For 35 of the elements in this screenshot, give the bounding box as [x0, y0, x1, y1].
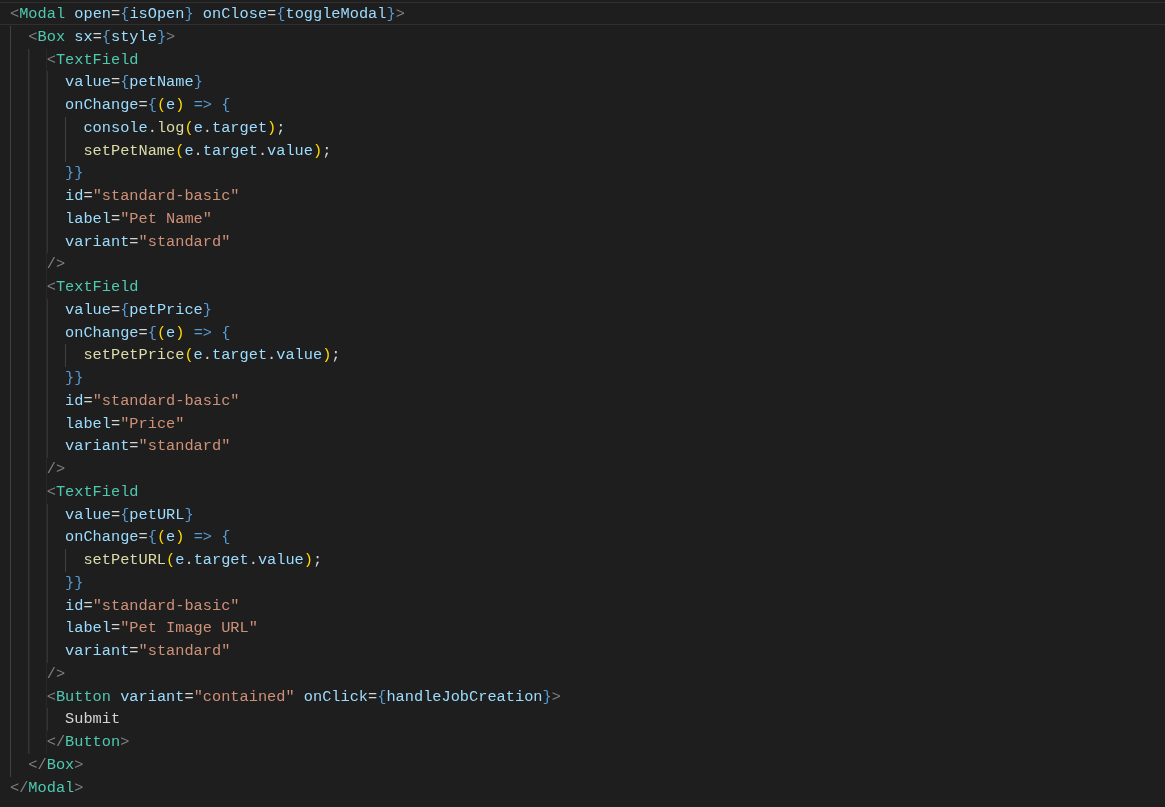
code-line: onChange={(e) => {	[0, 93, 1165, 116]
code-line: />	[0, 252, 1165, 275]
code-line: />	[0, 661, 1165, 685]
code-line: value={petPrice}	[0, 297, 1165, 321]
code-line: variant="standard"	[0, 639, 1165, 662]
code-line: value={petName}	[0, 70, 1165, 93]
code-line: </Modal>	[9, 777, 85, 799]
code-line: setPetPrice(e.target.value);	[0, 343, 1165, 366]
code-line: console.log(e.target);	[0, 115, 1165, 139]
code-line: Submit	[0, 707, 1165, 730]
code-line: </Button>	[0, 730, 1165, 753]
code-line: variant="standard"	[0, 229, 1165, 253]
code-line: <Box sx={style}>	[0, 24, 1165, 48]
code-line: }}	[0, 366, 1165, 389]
code-line: }}	[0, 570, 1165, 594]
code-line: <TextField	[0, 275, 1165, 298]
code-line: <Button variant="contained" onClick={handleJobCreation}>	[0, 684, 1165, 708]
code-line: }}	[0, 161, 1165, 184]
code-line: </Box>	[0, 752, 1165, 776]
code-line: onChange={(e) => {	[0, 320, 1165, 344]
code-line: label="Price"	[0, 411, 1165, 435]
code-line: value={petURL}	[0, 502, 1165, 526]
code-line: label="Pet Name"	[0, 206, 1165, 230]
code-line: setPetName(e.target.value);	[0, 138, 1165, 162]
code-line: label="Pet Image URL"	[0, 616, 1165, 639]
code-line: id="standard-basic"	[0, 593, 1165, 617]
code-line: <TextField	[0, 47, 1165, 71]
code-line: <TextField	[0, 479, 1165, 503]
code-line: onChange={(e) => {	[0, 525, 1165, 548]
code-line: id="standard-basic"	[0, 388, 1165, 412]
code-line: variant="standard"	[0, 434, 1165, 457]
code-line: id="standard-basic"	[0, 184, 1165, 207]
code-line: setPetURL(e.target.value);	[0, 548, 1165, 571]
code-line: <Modal open={isOpen} onClose={toggleModal}>	[0, 2, 1165, 25]
code-line: />	[0, 457, 1165, 480]
